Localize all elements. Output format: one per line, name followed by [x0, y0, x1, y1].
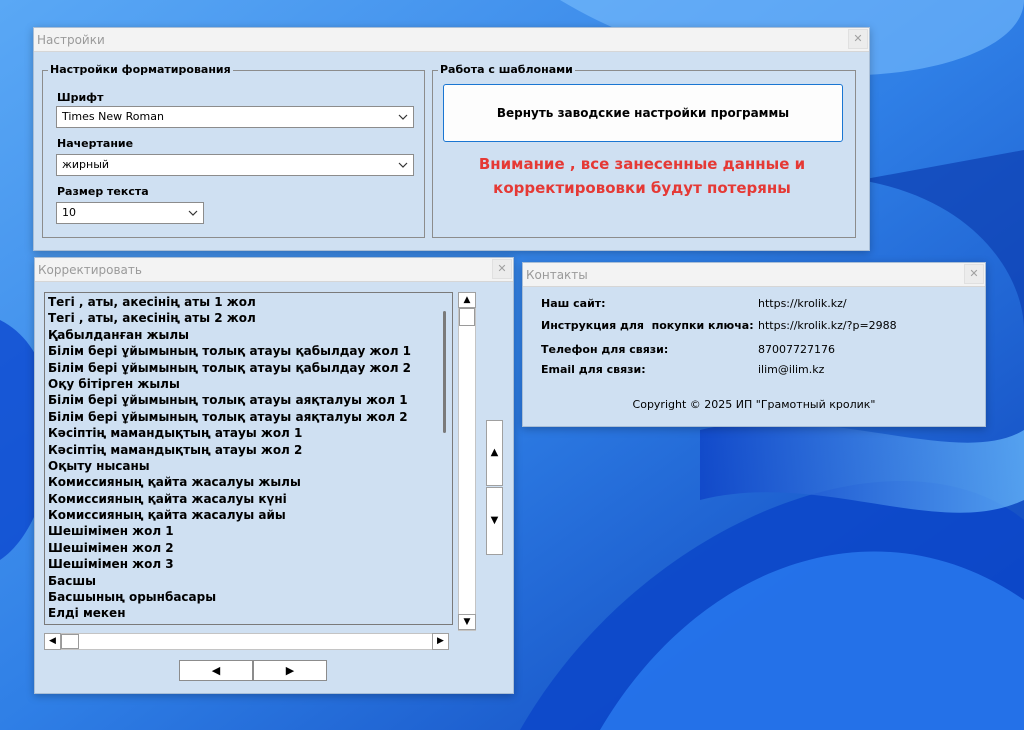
list-item[interactable]: Шешімімен жол 2	[45, 540, 452, 556]
list-item[interactable]: Шешімімен жол 3	[45, 556, 452, 572]
list-scroll-up-button[interactable]: ▲	[458, 292, 476, 308]
next-button[interactable]: ▶	[253, 660, 327, 681]
list-item[interactable]: Тегі , аты, акесінің аты 2 жол	[45, 310, 452, 326]
instruction-link[interactable]: https://krolik.kz/?p=2988	[758, 319, 897, 332]
list-item[interactable]: Кәсіптің мамандықтың атауы жол 1	[45, 425, 452, 441]
fields-listbox[interactable]: Тегі , аты, акесінің аты 1 жол Тегі , аты…	[44, 292, 453, 625]
style-label: Начертание	[57, 137, 134, 150]
style-select[interactable]: жирный	[56, 154, 414, 176]
list-item[interactable]: Тегі , аты, акесінің аты 1 жол	[45, 294, 452, 310]
phone-label: Телефон для связи:	[541, 343, 669, 356]
contacts-titlebar[interactable]: Контакты ✕	[523, 263, 985, 287]
list-hscroll-thumb[interactable]	[61, 634, 79, 649]
correct-window-title: Корректировать	[38, 263, 142, 277]
correct-close-button[interactable]: ✕	[492, 259, 512, 279]
list-item[interactable]: Комиссияның қайта жасалуы жылы	[45, 474, 452, 490]
list-item[interactable]: Кәсіптің мамандықтың атауы жол 2	[45, 442, 452, 458]
correct-titlebar[interactable]: Корректировать ✕	[35, 258, 513, 282]
list-item[interactable]: Оқыту нысаны	[45, 458, 452, 474]
settings-close-button[interactable]: ✕	[848, 29, 868, 49]
fields-list: Тегі , аты, акесінің аты 1 жол Тегі , аты…	[45, 293, 452, 622]
templates-group-legend: Работа с шаблонами	[438, 63, 575, 76]
list-scroll-down-button[interactable]: ▼	[458, 614, 476, 630]
chevron-down-icon	[188, 210, 198, 216]
move-item-up-button[interactable]: ▲	[486, 420, 503, 486]
warning-line-2: корректирововки будут потеряны	[493, 179, 791, 197]
email-label: Email для связи:	[541, 363, 646, 376]
list-item[interactable]: Білім бері ұйымының толық атауы қабылдау…	[45, 343, 452, 359]
list-item[interactable]: Оқу бітірген жылы	[45, 376, 452, 392]
style-select-value: жирный	[62, 158, 110, 171]
chevron-down-icon	[398, 162, 408, 168]
settings-window-title: Настройки	[37, 33, 105, 47]
list-item[interactable]: Басшының орынбасары	[45, 589, 452, 605]
list-item[interactable]: Білім бері ұйымының толық атауы аяқталуы…	[45, 409, 452, 425]
contacts-close-button[interactable]: ✕	[964, 264, 984, 284]
list-item[interactable]: Шешімімен жол 1	[45, 523, 452, 539]
list-vscroll-track[interactable]	[458, 292, 476, 631]
list-item[interactable]: Білім бері ұйымының толық атауы қабылдау…	[45, 360, 452, 376]
site-link[interactable]: https://krolik.kz/	[758, 297, 847, 310]
list-item[interactable]: Білім бері ұйымының толық атауы аяқталуы…	[45, 392, 452, 408]
list-item[interactable]: Комиссияның қайта жасалуы күні	[45, 491, 452, 507]
phone-value: 87007727176	[758, 343, 835, 356]
reset-warning-text: Внимание , все занесенные данные и корре…	[436, 152, 848, 200]
copyright-text: Copyright © 2025 ИП "Грамотный кролик"	[632, 398, 876, 411]
list-scroll-left-button[interactable]: ◀	[44, 633, 61, 650]
formatting-group-legend: Настройки форматирования	[48, 63, 233, 76]
list-item[interactable]: Басшы	[45, 573, 452, 589]
site-label: Наш сайт:	[541, 297, 606, 310]
list-hscroll-track[interactable]	[44, 633, 449, 650]
font-select-value: Times New Roman	[62, 110, 164, 123]
list-item[interactable]: Комиссияның қайта жасалуы айы	[45, 507, 452, 523]
list-inner-scroll-indicator[interactable]	[443, 311, 446, 433]
font-select[interactable]: Times New Roman	[56, 106, 414, 128]
warning-line-1: Внимание , все занесенные данные и	[478, 155, 806, 173]
previous-button[interactable]: ◀	[179, 660, 253, 681]
list-item[interactable]: Қабылданған жылы	[45, 327, 452, 343]
move-item-down-button[interactable]: ▼	[486, 487, 503, 555]
list-scroll-right-button[interactable]: ▶	[432, 633, 449, 650]
settings-titlebar[interactable]: Настройки ✕	[34, 28, 869, 52]
chevron-down-icon	[398, 114, 408, 120]
reset-settings-button[interactable]: Вернуть заводские настройки программы	[443, 84, 843, 142]
contacts-window-title: Контакты	[526, 268, 588, 282]
list-vscroll-thumb[interactable]	[459, 308, 475, 326]
font-label: Шрифт	[57, 91, 104, 104]
size-select[interactable]: 10	[56, 202, 204, 224]
size-select-value: 10	[62, 206, 76, 219]
list-item[interactable]: Елді мекен	[45, 605, 452, 621]
size-label: Размер текста	[57, 185, 149, 198]
instruction-label: Инструкция для покупки ключа:	[541, 319, 754, 332]
email-value[interactable]: ilim@ilim.kz	[758, 363, 824, 376]
